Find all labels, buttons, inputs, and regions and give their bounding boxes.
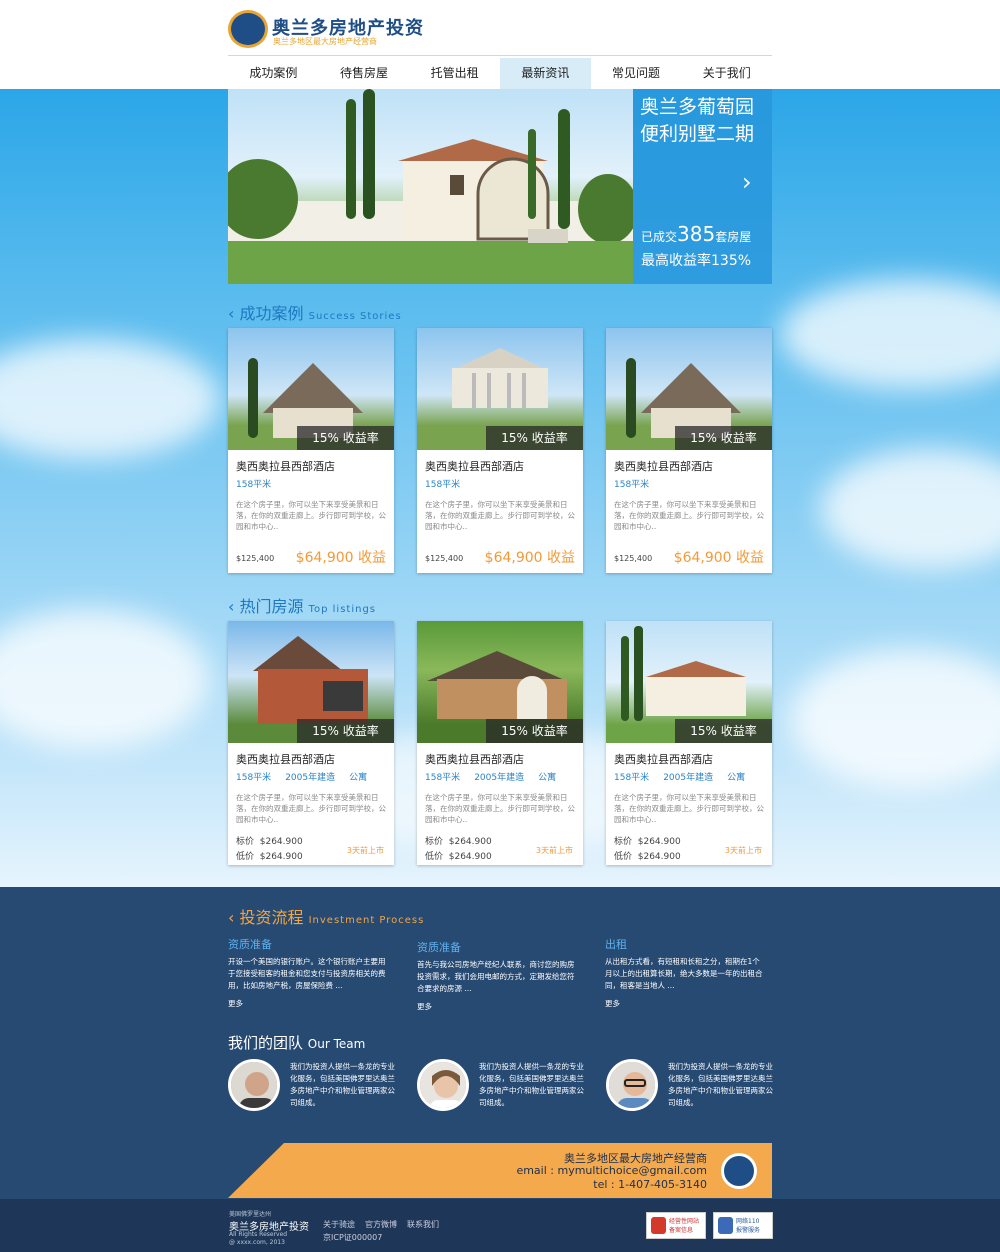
process-step: 资质准备 首先与我公司房地产经纪人联系，商讨您的购房投资需求，我们会用电邮的方式… [417, 939, 577, 1012]
banner-corner [228, 1143, 284, 1198]
hero-stat-sold: 已成交385套房屋 [641, 222, 752, 246]
team-member-avatar[interactable] [417, 1059, 469, 1111]
process-step: 出租 从出租方式看，有短租和长租之分，租期在1个月以上的出租算长期，绝大多数是一… [605, 936, 765, 1009]
license-badge[interactable]: 经营性网站 备案信息 [646, 1212, 706, 1239]
property-desc: 在这个房子里，你可以坐下来享受美景和日落，在你的双重走廊上。步行即可到学校，公园… [614, 793, 764, 824]
footer-rights: All Rights Reserved [229, 1231, 288, 1238]
police-badge[interactable]: 网络110 报警服务 [713, 1212, 773, 1239]
process-step: 资质准备 开设一个美国的银行账户。这个银行账户主要用于您接受租客的租金和您支付与… [228, 936, 388, 1009]
footer-link-contact[interactable]: 联系我们 [407, 1219, 439, 1230]
property-name[interactable]: 奥西奥拉县西部酒店 [614, 751, 772, 767]
property-area: 158平米 [425, 480, 461, 490]
process-step-heading[interactable]: 资质准备 [228, 936, 388, 952]
site-header: 奥兰多房地产投资 奥兰多地区最大房地产经营商 成功案例 待售房屋 托管出租 最新… [0, 0, 1000, 89]
police-shield-icon [718, 1217, 733, 1234]
nav-divider [228, 55, 772, 56]
nav-item-news[interactable]: 最新资讯 [500, 58, 591, 89]
listing-card[interactable]: 15% 收益率 奥西奥拉县西部酒店 158平米 2005年建造 公寓 在这个房子里，… [606, 621, 772, 865]
contact-email[interactable]: email : mymultichoice@gmail.com [500, 1164, 707, 1177]
property-gain: $64,900 收益 [673, 550, 764, 566]
hero-image[interactable] [228, 89, 633, 284]
next-arrow-icon[interactable]: › [742, 168, 752, 196]
listed-ago: 3天前上市 [724, 846, 762, 855]
yield-badge: 15% 收益率 [297, 426, 394, 450]
listing-card[interactable]: 15% 收益率 奥西奥拉县西部酒店 158平米 2005年建造 公寓 在这个房子里，… [228, 621, 394, 865]
property-photo[interactable]: 15% 收益率 [228, 328, 394, 450]
yield-badge: 15% 收益率 [486, 426, 583, 450]
property-area: 158平米 [236, 480, 272, 490]
footer-icp[interactable]: 京ICP证000007 [323, 1232, 382, 1243]
team-section-title: 我们的团队 Our Team [228, 1034, 366, 1052]
nav-item-success[interactable]: 成功案例 [228, 58, 319, 89]
property-price: $125,400 [236, 554, 275, 563]
property-meta: 158平米 2005年建造 公寓 [236, 773, 368, 783]
property-desc: 在这个房子里，你可以坐下来享受美景和日落，在你的双重走廊上。步行即可到学校，公园… [236, 500, 386, 531]
listed-ago: 3天前上市 [346, 846, 384, 855]
more-link[interactable]: 更多 [605, 998, 765, 1009]
more-link[interactable]: 更多 [228, 998, 388, 1009]
property-photo[interactable]: 15% 收益率 [606, 328, 772, 450]
listing-card[interactable]: 15% 收益率 奥西奥拉县西部酒店 158平米 2005年建造 公寓 在这个房子里，… [417, 621, 583, 865]
success-card[interactable]: 15% 收益率 奥西奥拉县西部酒店 158平米 在这个房子里，你可以坐下来享受美… [228, 328, 394, 573]
success-card[interactable]: 15% 收益率 奥西奥拉县西部酒店 158平米 在这个房子里，你可以坐下来享受美… [417, 328, 583, 573]
property-price: $125,400 [425, 554, 464, 563]
property-area: 158平米 [614, 480, 650, 490]
property-name[interactable]: 奥西奥拉县西部酒店 [425, 751, 583, 767]
process-step-text: 首先与我公司房地产经纪人联系，商讨您的购房投资需求，我们会用电邮的方式，定期发给… [417, 960, 575, 993]
footer-location: 美国佛罗里达州 [229, 1211, 272, 1218]
property-desc: 在这个房子里，你可以坐下来享受美景和日落，在你的双重走廊上。步行即可到学校，公园… [425, 500, 575, 531]
yield-badge: 15% 收益率 [675, 426, 772, 450]
team-member-text: 我们为投资人提供一条龙的专业化服务，包括美国佛罗里达奥兰多房地产中介和物业管理两… [668, 1062, 773, 1107]
team-member-avatar[interactable] [228, 1059, 280, 1111]
process-step-text: 从出租方式看，有短租和长租之分，租期在1个月以上的出租算长期，绝大多数是一年的出… [605, 957, 763, 990]
site-subtitle: 奥兰多地区最大房地产经营商 [273, 37, 377, 46]
nav-item-for-sale[interactable]: 待售房屋 [319, 58, 410, 89]
logo-icon [721, 1153, 757, 1189]
yield-badge: 15% 收益率 [486, 719, 583, 743]
process-step-heading[interactable]: 出租 [605, 936, 765, 952]
property-name[interactable]: 奥西奥拉县西部酒店 [425, 458, 583, 474]
team-member-avatar[interactable] [606, 1059, 658, 1111]
property-photo[interactable]: 15% 收益率 [417, 621, 583, 743]
site-footer [0, 1199, 1000, 1252]
property-desc: 在这个房子里，你可以坐下来享受美景和日落，在你的双重走廊上。步行即可到学校，公园… [425, 793, 575, 824]
property-desc: 在这个房子里，你可以坐下来享受美景和日落，在你的双重走廊上。步行即可到学校，公园… [614, 500, 764, 531]
property-photo[interactable]: 15% 收益率 [228, 621, 394, 743]
process-section-title: ‹ 投资流程 Investment Process [228, 908, 425, 927]
process-step-heading[interactable]: 资质准备 [417, 939, 577, 955]
property-meta: 158平米 2005年建造 公寓 [425, 773, 557, 783]
nav-item-faq[interactable]: 常见问题 [591, 58, 682, 89]
property-meta: 158平米 2005年建造 公寓 [614, 773, 746, 783]
logo-icon[interactable] [228, 10, 268, 48]
yield-badge: 15% 收益率 [297, 719, 394, 743]
property-gain: $64,900 收益 [484, 550, 575, 566]
team-member-text: 我们为投资人提供一条龙的专业化服务，包括美国佛罗里达奥兰多房地产中介和物业管理两… [479, 1062, 584, 1107]
property-photo[interactable]: 15% 收益率 [417, 328, 583, 450]
property-gain: $64,900 收益 [295, 550, 386, 566]
footer-link-about[interactable]: 关于骑途 [323, 1219, 355, 1230]
property-desc: 在这个房子里，你可以坐下来享受美景和日落，在你的双重走廊上。步行即可到学校，公园… [236, 793, 386, 824]
contact-phone[interactable]: tel : 1-407-405-3140 [520, 1178, 707, 1191]
hero-stat-yield: 最高收益率135% [641, 253, 752, 269]
hero-title: 奥兰多葡萄园 便利别墅二期 [640, 96, 755, 145]
success-card[interactable]: 15% 收益率 奥西奥拉县西部酒店 158平米 在这个房子里，你可以坐下来享受美… [606, 328, 772, 573]
nav-item-rental[interactable]: 托管出租 [409, 58, 500, 89]
license-shield-icon [651, 1217, 666, 1234]
main-nav: 成功案例 待售房屋 托管出租 最新资讯 常见问题 关于我们 [228, 58, 772, 89]
more-link[interactable]: 更多 [417, 1001, 577, 1012]
team-member-text: 我们为投资人提供一条龙的专业化服务，包括美国佛罗里达奥兰多房地产中介和物业管理两… [290, 1062, 395, 1107]
property-name[interactable]: 奥西奥拉县西部酒店 [614, 458, 772, 474]
footer-link-weibo[interactable]: 官方微博 [365, 1219, 397, 1230]
listed-ago: 3天前上市 [535, 846, 573, 855]
yield-badge: 15% 收益率 [675, 719, 772, 743]
top-section-title: ‹ 热门房源 Top listings [228, 597, 377, 616]
property-name[interactable]: 奥西奥拉县西部酒店 [236, 751, 394, 767]
success-section-title: ‹ 成功案例 Success Stories [228, 304, 402, 323]
property-photo[interactable]: 15% 收益率 [606, 621, 772, 743]
process-step-text: 开设一个美国的银行账户。这个银行账户主要用于您接受租客的租金和您支付与投资房相关… [228, 957, 386, 990]
property-name[interactable]: 奥西奥拉县西部酒店 [236, 458, 394, 474]
nav-item-about[interactable]: 关于我们 [681, 58, 772, 89]
footer-copyright: @ xxxx.com, 2013 [229, 1239, 285, 1246]
property-price: $125,400 [614, 554, 653, 563]
